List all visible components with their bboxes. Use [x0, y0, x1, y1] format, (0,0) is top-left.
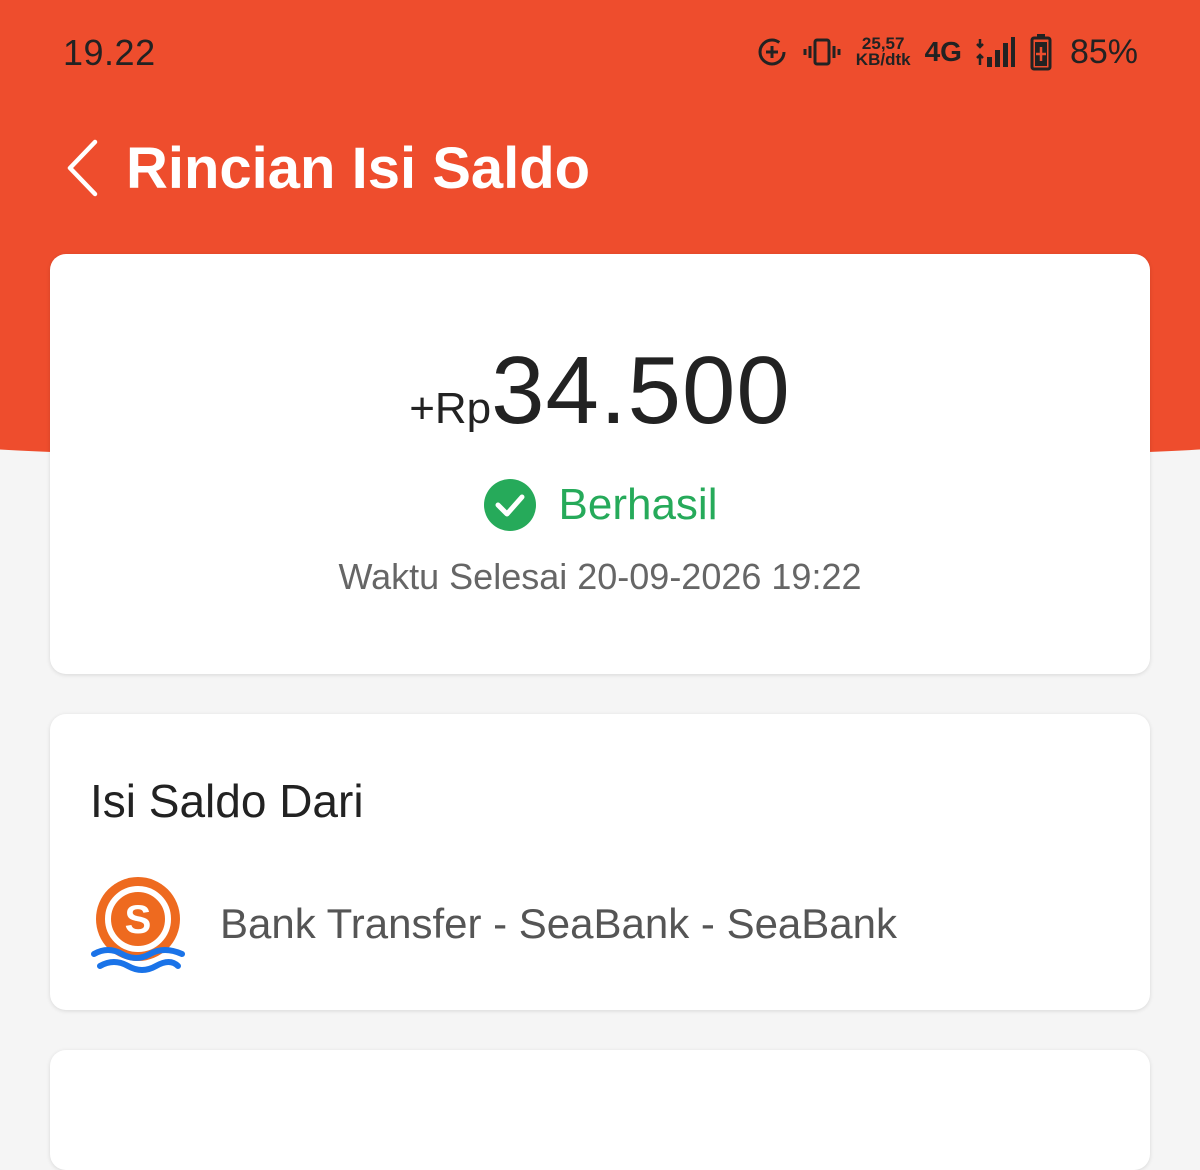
network-speed-unit: KB/dtk [855, 50, 911, 69]
network-speed: 25,57 KB/dtk [855, 35, 911, 69]
transaction-summary-card: +Rp34.500 Berhasil Waktu Selesai 20-09-2… [50, 254, 1150, 674]
amount-value: 34.500 [491, 337, 791, 444]
battery-icon [1030, 33, 1052, 71]
signal-icon [976, 35, 1016, 69]
status-icons: 25,57 KB/dtk 4G 85% [756, 28, 1138, 76]
source-method: Bank Transfer - SeaBank - SeaBank [220, 900, 898, 947]
network-type: 4G [924, 36, 962, 67]
check-circle-icon [483, 479, 536, 531]
vibrate-icon [802, 36, 842, 68]
back-button[interactable] [52, 128, 112, 208]
source-method-row: S Bank Transfer - SeaBank - SeaBank [90, 874, 897, 974]
amount-prefix: +Rp [409, 384, 492, 433]
next-card [50, 1050, 1150, 1170]
status-bar: 19.22 25,57 KB/dtk 4G 85% [0, 0, 1200, 100]
completion-time: Waktu Selesai 20-09-2026 19:22 [338, 556, 862, 597]
battery-percent: 85% [1069, 32, 1138, 71]
title-bar: Rincian Isi Saldo [0, 118, 1200, 218]
topup-source-card: Isi Saldo Dari S Bank Transfer - SeaBank… [50, 714, 1150, 1010]
seabank-logo-icon: S [91, 877, 185, 973]
transaction-status: Berhasil [50, 478, 1150, 532]
amount: +Rp34.500 [50, 336, 1150, 446]
data-saver-icon [756, 36, 788, 68]
chevron-left-icon [67, 139, 98, 197]
status-text: Berhasil [558, 480, 718, 529]
status-time: 19.22 [63, 32, 156, 73]
source-title: Isi Saldo Dari [90, 775, 364, 827]
seabank-logo-letter: S [125, 898, 152, 942]
page-title: Rincian Isi Saldo [126, 135, 591, 201]
